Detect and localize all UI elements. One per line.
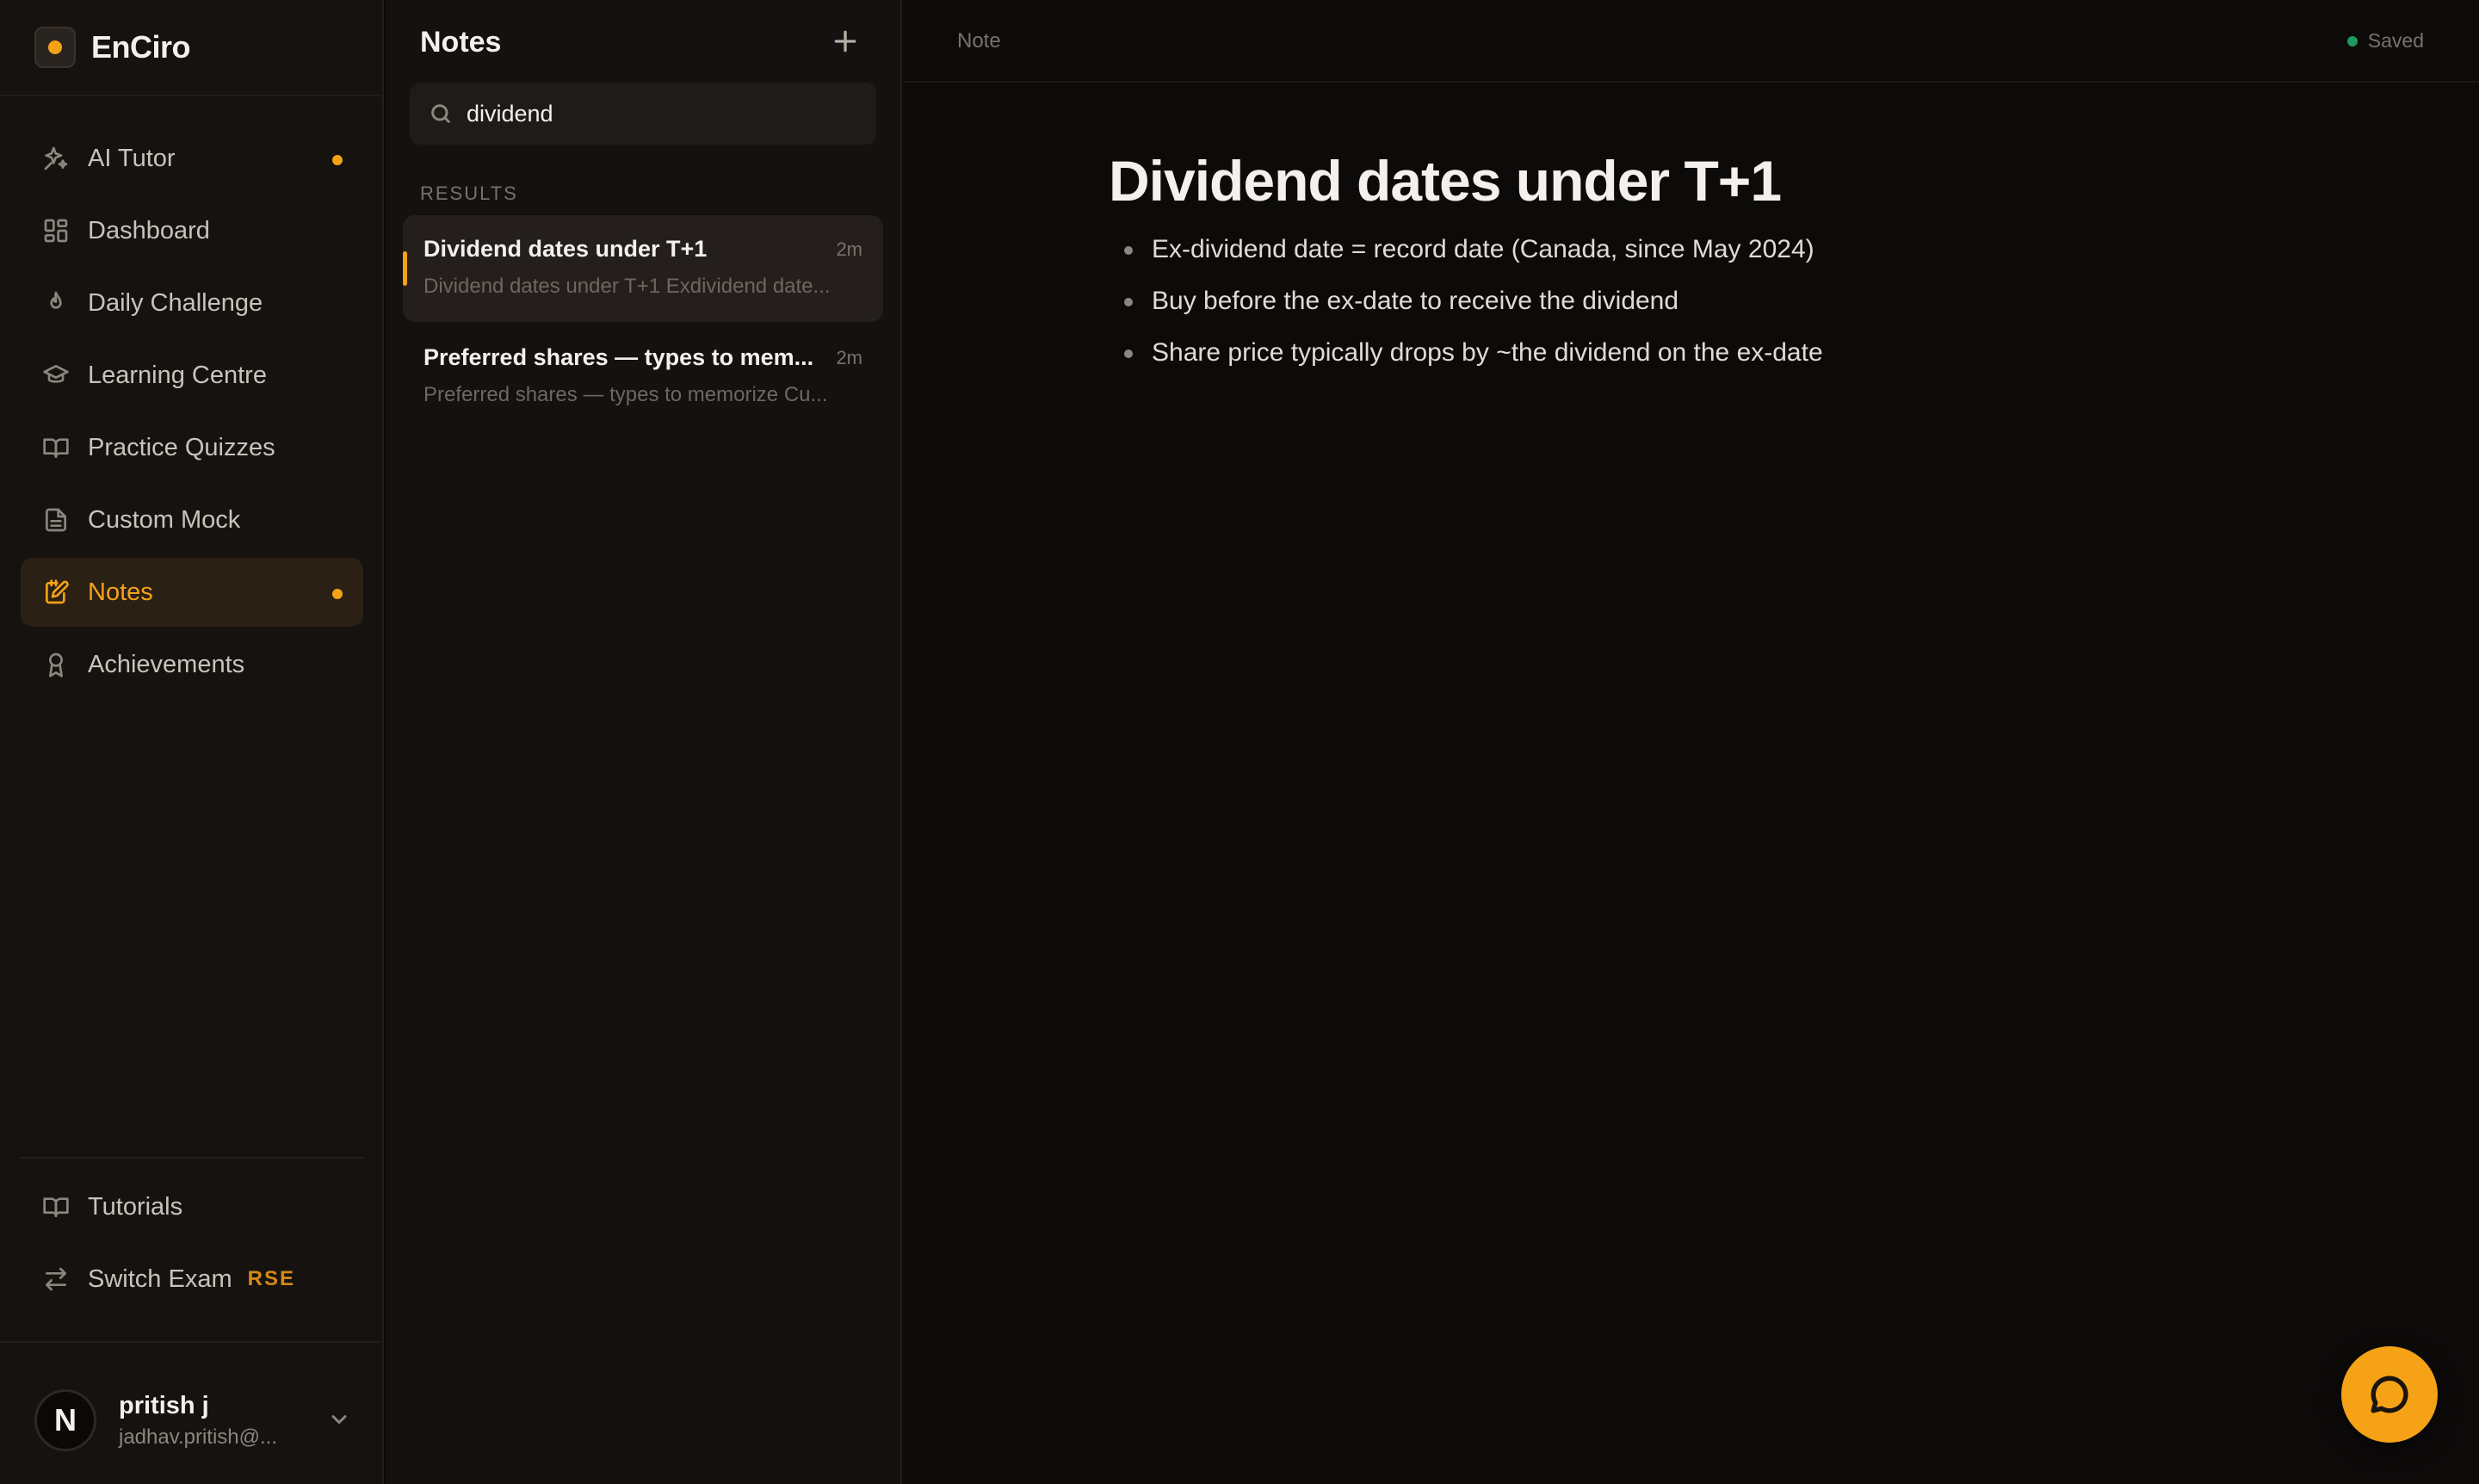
- sidebar-nav: AI Tutor Dashboard Daily Challenge Learn…: [21, 124, 363, 702]
- switch-arrows-icon: [41, 1264, 71, 1294]
- note-title: Dividend dates under T+1: [423, 236, 708, 262]
- note-title-heading[interactable]: Dividend dates under T+1: [1109, 148, 1782, 213]
- sidebar-item-label: Notes: [88, 578, 153, 606]
- notification-dot: [332, 155, 343, 165]
- save-status: Saved: [2346, 29, 2424, 53]
- user-email: jadhav.pritish@...: [119, 1425, 277, 1449]
- sidebar-item-switch-exam[interactable]: Switch Exam RSE: [21, 1245, 363, 1314]
- notes-panel-title: Notes: [420, 26, 502, 59]
- sidebar-item-custom-mock[interactable]: Custom Mock: [21, 485, 363, 554]
- flame-icon: [41, 288, 71, 318]
- user-menu[interactable]: N pritish j jadhav.pritish@...: [34, 1386, 353, 1455]
- notification-dot: [332, 589, 343, 599]
- sparkles-icon: [41, 144, 71, 173]
- sidebar-item-label: AI Tutor: [88, 144, 176, 172]
- sidebar-item-label: Practice Quizzes: [88, 433, 275, 461]
- award-icon: [41, 650, 71, 679]
- bullet-item[interactable]: Ex-dividend date = record date (Canada, …: [1109, 231, 1823, 282]
- sidebar-item-label: Achievements: [88, 650, 245, 678]
- status-dot: [2346, 35, 2358, 46]
- note-preview: Preferred shares — types to memorize Cu.…: [423, 383, 828, 406]
- search-input[interactable]: [467, 100, 862, 127]
- sidebar-item-achievements[interactable]: Achievements: [21, 630, 363, 699]
- document-icon: [41, 505, 71, 535]
- book-open-icon: [41, 1192, 71, 1221]
- breadcrumb: Note: [957, 29, 1001, 53]
- bullet-item[interactable]: Share price typically drops by ~the divi…: [1109, 334, 1823, 386]
- search-box: [410, 83, 876, 145]
- sidebar-item-label: Custom Mock: [88, 505, 241, 534]
- sidebar-divider: [0, 95, 384, 96]
- user-info: pritish j jadhav.pritish@...: [119, 1392, 277, 1450]
- note-editor: Note Saved Dividend dates under T+1 Ex-d…: [904, 0, 2479, 1484]
- results-label: RESULTS: [420, 182, 518, 204]
- note-list-item[interactable]: Preferred shares — types to mem... 2m Pr…: [403, 324, 883, 430]
- sidebar-item-ai-tutor[interactable]: AI Tutor: [21, 124, 363, 193]
- user-name: pritish j: [119, 1391, 209, 1419]
- note-body[interactable]: Ex-dividend date = record date (Canada, …: [1109, 231, 1823, 386]
- sidebar-item-notes[interactable]: Notes: [21, 558, 363, 627]
- editor-toolbar: Note Saved: [904, 0, 2479, 83]
- sidebar-item-dashboard[interactable]: Dashboard: [21, 196, 363, 265]
- note-time: 2m: [836, 238, 862, 260]
- bullet-item[interactable]: Buy before the ex-date to receive the di…: [1109, 282, 1823, 334]
- notes-panel: Notes RESULTS Dividend dates under T+1 2…: [386, 0, 902, 1484]
- sidebar-item-label: Switch Exam: [88, 1264, 232, 1293]
- grid-icon: [41, 216, 71, 245]
- note-list-item[interactable]: Dividend dates under T+1 2m Dividend dat…: [403, 215, 883, 322]
- note-time: 2m: [836, 346, 862, 368]
- note-preview: Dividend dates under T+1 Exdividend date…: [423, 275, 831, 298]
- active-indicator: [403, 251, 407, 286]
- brand-name: EnCiro: [91, 29, 191, 65]
- note-title: Preferred shares — types to mem...: [423, 344, 814, 370]
- chat-button[interactable]: [2341, 1346, 2438, 1443]
- sidebar-bottom-nav: Tutorials Switch Exam RSE: [21, 1172, 363, 1317]
- graduation-cap-icon: [41, 361, 71, 390]
- plus-icon: [834, 30, 856, 53]
- sidebar-item-practice-quizzes[interactable]: Practice Quizzes: [21, 413, 363, 482]
- book-open-icon: [41, 433, 71, 462]
- sidebar-item-label: Daily Challenge: [88, 288, 263, 317]
- chat-bubble-icon: [2371, 1376, 2408, 1413]
- sidebar-item-label: Tutorials: [88, 1192, 183, 1221]
- brand-logo-icon: [34, 27, 76, 68]
- sidebar-item-label: Learning Centre: [88, 361, 267, 389]
- avatar: N: [34, 1389, 96, 1451]
- sidebar-item-learning-centre[interactable]: Learning Centre: [21, 341, 363, 410]
- exam-code-badge: RSE: [247, 1267, 295, 1290]
- save-status-label: Saved: [2367, 29, 2424, 52]
- sidebar-divider: [21, 1157, 363, 1159]
- add-note-button[interactable]: [828, 24, 862, 59]
- notepad-pen-icon: [41, 578, 71, 607]
- sidebar-item-label: Dashboard: [88, 216, 210, 244]
- search-icon: [431, 104, 450, 123]
- sidebar: EnCiro AI Tutor Dashboard Daily Challeng…: [0, 0, 384, 1484]
- brand[interactable]: EnCiro: [34, 26, 191, 69]
- sidebar-divider: [0, 1341, 384, 1343]
- sidebar-item-daily-challenge[interactable]: Daily Challenge: [21, 269, 363, 337]
- sidebar-item-tutorials[interactable]: Tutorials: [21, 1172, 363, 1241]
- chevron-down-icon[interactable]: [327, 1407, 353, 1433]
